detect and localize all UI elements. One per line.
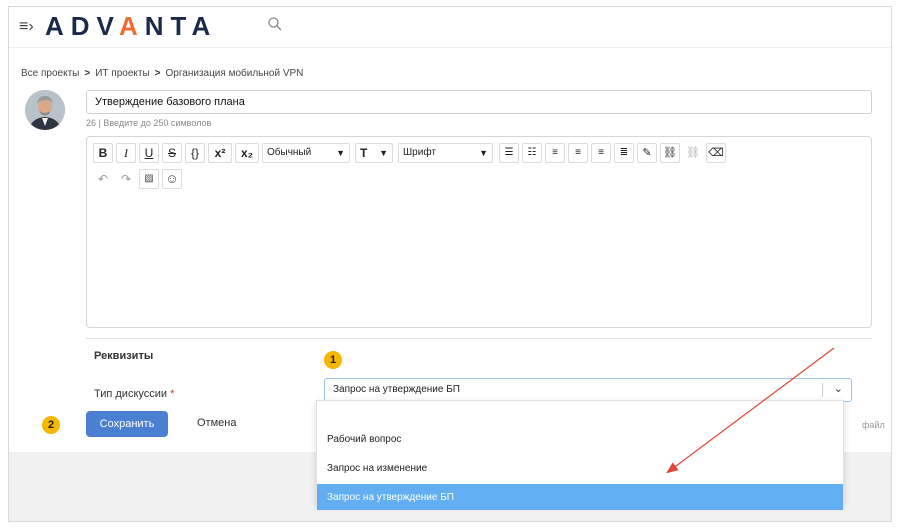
breadcrumb: Все проекты > ИТ проекты > Организация мобил… [21,68,303,79]
font-select[interactable]: Шрифт ▼ [398,143,493,163]
redo-button[interactable]: ↷ [116,169,136,189]
caret-down-icon: ▼ [379,148,388,158]
discussion-type-select[interactable]: Запрос на утверждение БП ⌄ [324,378,852,402]
cancel-button[interactable]: Отмена [197,417,236,429]
underline-button[interactable]: U [139,143,159,163]
annotation-badge-2: 2 [42,416,60,434]
attach-file-link[interactable]: файл [862,420,885,430]
superscript-button[interactable]: x² [208,143,232,163]
text-color-icon[interactable]: ✎ [637,143,657,163]
dropdown-option-work-question[interactable]: Рабочий вопрос [317,426,843,452]
user-portrait-icon [25,90,65,130]
align-center-icon[interactable]: ≡ [568,143,588,163]
breadcrumb-separator: > [84,68,91,79]
select-value: Запрос на утверждение БП [333,384,460,395]
search-icon[interactable] [267,16,283,32]
subscript-button[interactable]: x₂ [235,143,259,163]
dropdown-option-change-request[interactable]: Запрос на изменение [317,455,843,481]
breadcrumb-item-all-projects[interactable]: Все проекты [21,68,79,79]
logo-part: NTA [144,11,218,41]
strikethrough-button[interactable]: S [162,143,182,163]
undo-button[interactable]: ↶ [93,169,113,189]
annotation-badge-1: 1 [324,351,342,369]
align-left-icon[interactable]: ≡ [545,143,565,163]
required-mark: * [170,388,175,400]
bold-button[interactable]: B [93,143,113,163]
insert-image-icon[interactable]: ▨ [139,169,159,189]
align-right-icon[interactable]: ≡ [591,143,611,163]
title-input[interactable]: Утверждение базового плана [86,90,872,114]
section-divider [86,338,872,339]
breadcrumb-separator: > [154,68,161,79]
font-value: Шрифт [403,147,436,158]
menu-toggle-icon[interactable]: ≡› [19,18,34,36]
unlink-icon[interactable]: ⛓ [683,143,703,163]
italic-button[interactable]: I [116,143,136,163]
avatar [25,90,65,130]
title-char-hint: 26 | Введите до 250 символов [86,118,212,128]
paragraph-style-select[interactable]: Обычный ▼ [262,143,350,163]
top-bar: ≡› ADVANTA [9,7,891,47]
form-card: Все проекты > ИТ проекты > Организация мобил… [9,47,891,452]
breadcrumb-item-project[interactable]: Организация мобильной VPN [166,68,304,79]
caret-down-icon: ▼ [479,148,488,158]
dropdown-option-baseline-approval[interactable]: Запрос на утверждение БП [317,484,843,510]
discussion-type-label-text: Тип дискуссии [94,388,168,400]
discussion-type-label: Тип дискуссии * [94,388,174,400]
discussion-type-dropdown: Рабочий вопрос Запрос на изменение Запро… [316,400,844,510]
code-button[interactable]: {} [185,143,205,163]
logo-part: ADV [45,11,119,41]
select-divider [822,383,823,397]
emoji-icon[interactable]: ☺ [162,169,182,189]
breadcrumb-item-it-projects[interactable]: ИТ проекты [95,68,149,79]
advanta-logo[interactable]: ADVANTA [45,11,217,42]
save-button[interactable]: Сохранить [86,411,168,437]
logo-accent: A [118,11,145,41]
caret-down-icon: ▼ [336,148,345,158]
numbered-list-icon[interactable]: ☷ [522,143,542,163]
eraser-icon[interactable]: ⌫ [706,143,726,163]
align-justify-icon[interactable]: ≣ [614,143,634,163]
paragraph-style-value: Обычный [267,147,312,158]
link-icon[interactable]: ⛓ [660,143,680,163]
text-size-value: T [360,146,368,160]
chevron-down-icon[interactable]: ⌄ [834,382,843,395]
bullet-list-icon[interactable]: ☰ [499,143,519,163]
text-size-select[interactable]: T ▼ [355,143,393,163]
section-title: Реквизиты [94,350,154,362]
rich-text-editor[interactable]: B I U S {} x² x₂ Обычный ▼ T ▼ Шрифт ▼ ☰ ☷ … [86,136,872,328]
